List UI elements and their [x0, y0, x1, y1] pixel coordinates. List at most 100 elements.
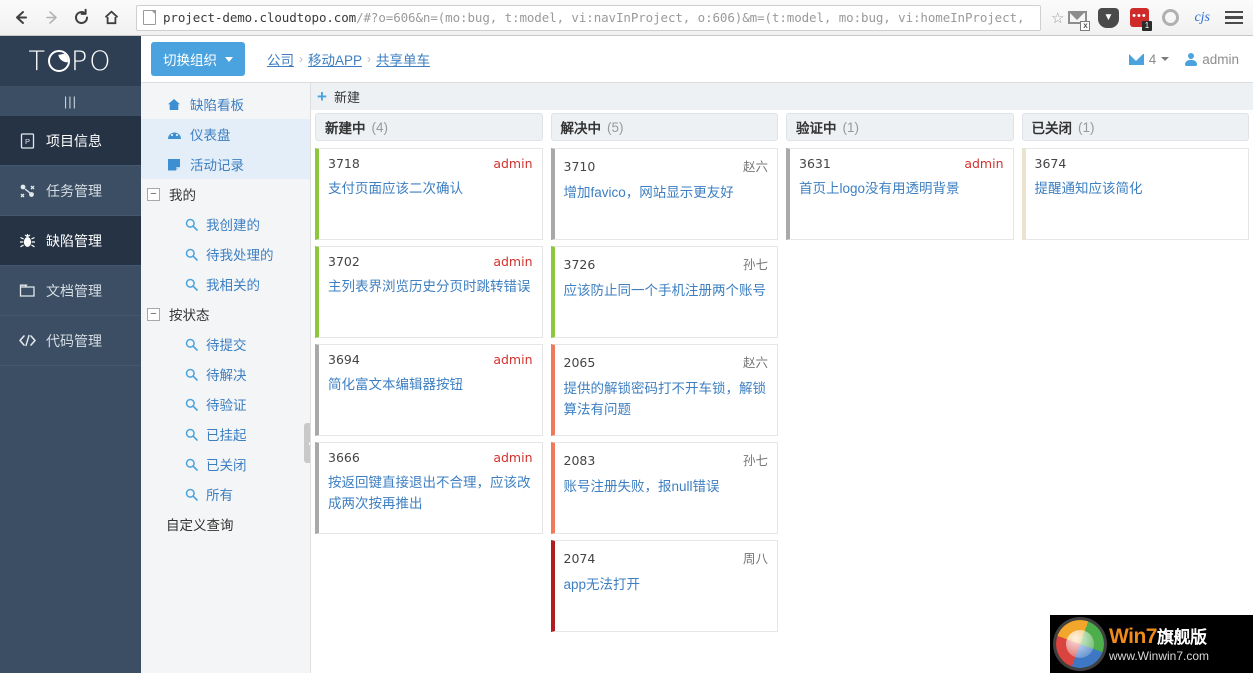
- sidebar-item-task-management[interactable]: 任务管理: [0, 166, 141, 216]
- card-title[interactable]: 应该防止同一个手机注册两个账号: [564, 280, 769, 301]
- download-shield-icon[interactable]: ▼: [1095, 5, 1121, 31]
- bug-card[interactable]: 3694 admin 简化富文本编辑器按钮: [315, 344, 543, 436]
- reload-icon[interactable]: [66, 3, 96, 33]
- bug-card[interactable]: 3710 赵六 增加favico，网站显示更友好: [551, 148, 779, 240]
- sidebar-item-document-management[interactable]: 文档管理: [0, 266, 141, 316]
- folder-icon: [16, 283, 38, 298]
- nav-item-closed[interactable]: 已关闭: [141, 449, 310, 479]
- switch-org-button[interactable]: 切换组织: [151, 42, 245, 76]
- card-owner: 孙七: [743, 254, 768, 273]
- bug-card[interactable]: 2083 孙七 账号注册失败，报null错误: [551, 442, 779, 534]
- nav-item-custom-query[interactable]: 自定义查询: [141, 509, 310, 539]
- card-title[interactable]: 支付页面应该二次确认: [328, 178, 533, 199]
- card-owner: admin: [493, 352, 532, 367]
- nav-item-created-by-me[interactable]: 我创建的: [141, 209, 310, 239]
- nav-item-all[interactable]: 所有: [141, 479, 310, 509]
- card-title[interactable]: 主列表界浏览历史分页时跳转错误: [328, 276, 533, 297]
- gray-circle-icon[interactable]: [1157, 5, 1183, 31]
- nav-label: 活动记录: [190, 154, 244, 174]
- bug-card[interactable]: 3674 提醒通知应该简化: [1022, 148, 1250, 240]
- card-owner: 赵六: [743, 352, 768, 371]
- switch-org-label: 切换组织: [163, 49, 217, 69]
- project-info-icon: P: [16, 133, 38, 149]
- breadcrumb-item-company[interactable]: 公司: [267, 49, 294, 69]
- kanban-column-closed: 已关闭 (1) 3674 提醒通知应该简化: [1018, 110, 1253, 673]
- mail-icon[interactable]: x: [1064, 5, 1090, 31]
- nav-label: 我创建的: [206, 214, 260, 234]
- topo-logo[interactable]: TPO: [0, 36, 141, 86]
- nav-item-dashboard[interactable]: 仪表盘: [141, 119, 310, 149]
- card-owner: admin: [964, 156, 1003, 171]
- column-title: 已关闭: [1032, 117, 1073, 137]
- card-title[interactable]: 提供的解锁密码打不开车锁，解锁算法有问题: [564, 378, 769, 420]
- nav-item-suspended[interactable]: 已挂起: [141, 419, 310, 449]
- bug-card[interactable]: 2065 赵六 提供的解锁密码打不开车锁，解锁算法有问题: [551, 344, 779, 436]
- breadcrumb-item-mobile-app[interactable]: 移动APP: [308, 49, 362, 69]
- bug-card[interactable]: 3702 admin 主列表界浏览历史分页时跳转错误: [315, 246, 543, 338]
- bug-card[interactable]: 3718 admin 支付页面应该二次确认: [315, 148, 543, 240]
- bug-card[interactable]: 3666 admin 按返回键直接退出不合理，应该改成两次按再推出: [315, 442, 543, 534]
- nav-collapse-handle[interactable]: «: [304, 423, 311, 463]
- sidebar-item-bug-management[interactable]: 缺陷管理: [0, 216, 141, 266]
- nav-item-activity-log[interactable]: 活动记录: [141, 149, 310, 179]
- user-menu[interactable]: admin: [1185, 52, 1239, 67]
- bug-card[interactable]: 3726 孙七 应该防止同一个手机注册两个账号: [551, 246, 779, 338]
- card-id: 2065: [564, 355, 596, 370]
- card-owner: 周八: [743, 548, 768, 567]
- card-title[interactable]: 增加favico，网站显示更友好: [564, 182, 769, 203]
- nav-item-pending-submit[interactable]: 待提交: [141, 329, 310, 359]
- browser-profile-label[interactable]: cjs: [1188, 10, 1216, 26]
- code-icon: [16, 333, 38, 348]
- address-bar[interactable]: project-demo.cloudtopo.com/#?o=606&n=(mo…: [136, 5, 1041, 31]
- forward-arrow-icon[interactable]: [36, 3, 66, 33]
- breadcrumb-item-shared-bike[interactable]: 共享单车: [376, 49, 430, 69]
- browser-menu-icon[interactable]: [1221, 5, 1247, 31]
- column-title: 新建中: [325, 117, 366, 137]
- card-owner: admin: [493, 254, 532, 269]
- collapse-toggle-icon[interactable]: −: [147, 188, 160, 201]
- column-title: 解决中: [561, 117, 602, 137]
- column-cards: 3710 赵六 增加favico，网站显示更友好 3726 孙七: [551, 141, 779, 673]
- nav-item-pending-verify[interactable]: 待验证: [141, 389, 310, 419]
- envelope-icon: [1129, 54, 1144, 65]
- red-extension-icon[interactable]: •••1: [1126, 5, 1152, 31]
- sidebar-item-code-management[interactable]: 代码管理: [0, 316, 141, 366]
- bug-card[interactable]: 3631 admin 首页上logo没有用透明背景: [786, 148, 1014, 240]
- search-icon: [185, 458, 198, 471]
- activity-log-icon: [165, 158, 183, 171]
- card-id: 3726: [564, 257, 596, 272]
- nav-group-by-status[interactable]: − 按状态: [141, 299, 310, 329]
- nav-group-mine[interactable]: − 我的: [141, 179, 310, 209]
- card-header: 3666 admin: [328, 450, 533, 465]
- card-header: 3674: [1035, 156, 1240, 171]
- sidebar-item-project-info[interactable]: P 项目信息: [0, 116, 141, 166]
- kanban-column-new: 新建中 (4) 3718 admin 支付页面应该二次确认: [311, 110, 547, 673]
- secondary-nav: 缺陷看板 仪表盘 活动记录 − 我的: [141, 83, 311, 673]
- search-icon: [185, 398, 198, 411]
- bug-card[interactable]: 2074 周八 app无法打开: [551, 540, 779, 632]
- card-title[interactable]: app无法打开: [564, 574, 769, 595]
- column-header: 新建中 (4): [315, 113, 543, 141]
- card-id: 3718: [328, 156, 360, 171]
- new-bug-button[interactable]: + 新建: [317, 87, 360, 106]
- column-count: (1): [843, 120, 860, 135]
- collapse-toggle-icon[interactable]: −: [147, 308, 160, 321]
- nav-item-bug-board[interactable]: 缺陷看板: [141, 89, 310, 119]
- nav-item-pending-resolve[interactable]: 待解决: [141, 359, 310, 389]
- sidebar-grip[interactable]: |||: [0, 86, 141, 116]
- top-header: 切换组织 公司 › 移动APP › 共享单车 4 admin: [141, 36, 1253, 83]
- watermark-text: Win7旗舰版 www.Winwin7.com: [1109, 626, 1209, 663]
- card-title[interactable]: 按返回键直接退出不合理，应该改成两次按再推出: [328, 472, 533, 514]
- nav-item-related-to-me[interactable]: 我相关的: [141, 269, 310, 299]
- card-title[interactable]: 提醒通知应该简化: [1035, 178, 1240, 199]
- back-arrow-icon[interactable]: [6, 3, 36, 33]
- home-icon[interactable]: [96, 3, 126, 33]
- card-title[interactable]: 简化富文本编辑器按钮: [328, 374, 533, 395]
- card-title[interactable]: 首页上logo没有用透明背景: [799, 178, 1004, 199]
- messages-button[interactable]: 4: [1129, 52, 1170, 67]
- bookmark-star-icon[interactable]: ☆: [1051, 9, 1064, 27]
- breadcrumb-separator: ›: [299, 52, 303, 66]
- nav-item-assigned-to-me[interactable]: 待我处理的: [141, 239, 310, 269]
- card-title[interactable]: 账号注册失败，报null错误: [564, 476, 769, 497]
- kanban-column-verifying: 验证中 (1) 3631 admin 首页上logo没有用透明背景: [782, 110, 1018, 673]
